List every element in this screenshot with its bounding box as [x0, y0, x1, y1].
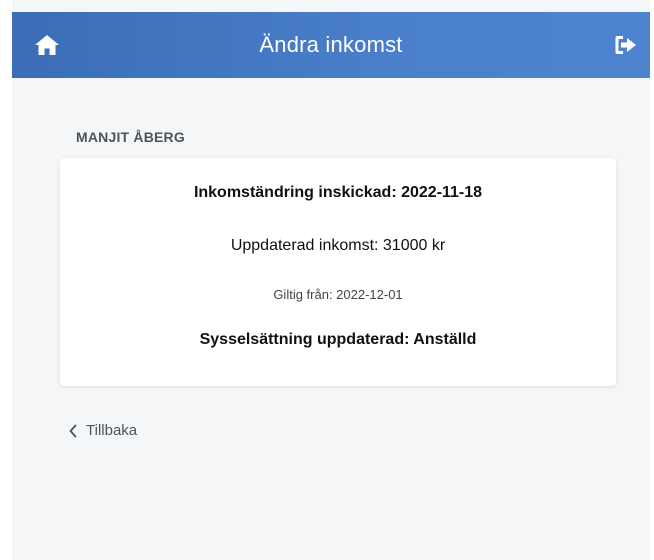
- top-bar: Ändra inkomst: [12, 12, 650, 78]
- back-link[interactable]: Tillbaka: [68, 422, 137, 439]
- person-name: MANJIT ÅBERG: [76, 129, 185, 145]
- logout-icon[interactable]: [614, 34, 638, 56]
- home-icon[interactable]: [34, 33, 60, 57]
- employment-text: Sysselsättning uppdaterad: Anställd: [199, 331, 477, 348]
- submitted-date-text: Inkomständring inskickad: 2022-11-18: [193, 184, 483, 201]
- updated-income-text: Uppdaterad inkomst: 31000 kr: [230, 237, 446, 254]
- valid-from-text: Giltig från: 2022-12-01: [273, 287, 403, 302]
- income-change-card: Inkomständring inskickad: 2022-11-18 Upp…: [60, 158, 616, 386]
- back-label: Tillbaka: [86, 422, 138, 439]
- page-title: Ändra inkomst: [259, 32, 403, 57]
- chevron-left-icon: [69, 424, 77, 437]
- app-frame: Ändra inkomst MANJIT ÅBERG Inkomständrin…: [12, 0, 650, 560]
